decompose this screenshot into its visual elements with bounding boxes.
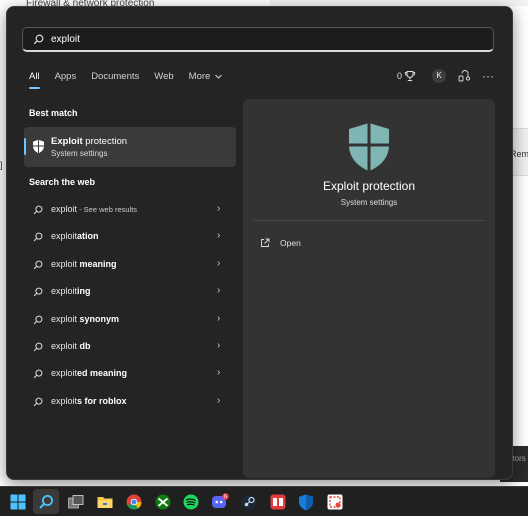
web-result-suffix: ing <box>77 286 91 297</box>
rewards-trophy-icon[interactable] <box>404 70 416 82</box>
taskbar: 6 <box>0 486 528 516</box>
web-result-item[interactable]: exploited meaning › <box>24 360 236 387</box>
web-result-prefix: exploit <box>51 231 78 242</box>
preview-subtitle: System settings <box>340 198 398 207</box>
discord-badge: 6 <box>224 494 227 500</box>
tab-more-label: More <box>188 71 211 82</box>
chevron-right-icon: › <box>217 367 221 379</box>
background-left-text: ] <box>0 160 3 170</box>
web-result-item[interactable]: exploit - See web results › <box>24 196 236 223</box>
chevron-right-icon: › <box>217 339 221 351</box>
search-icon <box>33 287 43 297</box>
web-result-item[interactable]: exploit meaning › <box>24 251 236 278</box>
chevron-right-icon: › <box>217 285 221 297</box>
web-result-suffix: s for roblox <box>77 395 127 406</box>
search-box[interactable] <box>22 27 494 52</box>
start-icon[interactable] <box>9 493 27 511</box>
best-match-heading: Best match <box>29 108 78 118</box>
discord-icon[interactable]: 6 <box>211 493 229 511</box>
search-icon[interactable] <box>37 493 55 511</box>
web-result-label: exploit db <box>51 341 91 351</box>
best-match-title-rest: protection <box>82 136 128 147</box>
connected-devices-icon[interactable] <box>458 70 471 82</box>
defender-icon[interactable] <box>297 493 315 511</box>
best-match-title-bold: Exploit <box>51 136 83 147</box>
chrome-icon[interactable] <box>125 493 143 511</box>
web-result-suffix: ation <box>77 231 99 242</box>
search-icon <box>33 34 44 45</box>
preview-pane: Exploit protection System settings Open <box>243 99 495 478</box>
web-result-label: exploitation <box>51 231 99 241</box>
red-app-icon[interactable] <box>269 493 287 511</box>
web-result-suffix: synonym <box>77 313 120 324</box>
search-web-heading: Search the web <box>29 177 96 187</box>
search-icon <box>33 315 43 324</box>
selection-indicator <box>24 138 26 155</box>
filter-tabs: All Apps Documents Web More <box>29 71 237 89</box>
rewards-count: 0 <box>397 71 403 81</box>
open-external-icon <box>261 238 270 247</box>
web-result-prefix: exploit <box>51 313 78 324</box>
best-match-item[interactable]: Exploit protection System settings <box>24 127 236 167</box>
chevron-right-icon: › <box>217 394 221 406</box>
tab-more[interactable]: More <box>189 71 222 85</box>
tab-web[interactable]: Web <box>154 71 173 85</box>
web-result-suffix: db <box>77 340 91 351</box>
search-icon <box>33 397 43 407</box>
chevron-down-icon <box>215 74 222 79</box>
steam-icon[interactable] <box>240 493 258 511</box>
more-options-icon[interactable]: ··· <box>482 70 494 82</box>
tab-apps[interactable]: Apps <box>55 71 77 85</box>
file-explorer-icon[interactable] <box>96 493 114 511</box>
header-actions: 0 K ··· <box>397 68 494 84</box>
chevron-right-icon: › <box>217 312 221 324</box>
web-result-label: exploited meaning <box>51 368 127 378</box>
preview-title: Exploit protection <box>322 179 416 193</box>
web-result-prefix: exploit <box>51 395 78 406</box>
web-result-prefix: exploit <box>51 258 78 269</box>
spotify-icon[interactable] <box>182 493 200 511</box>
web-result-label: exploits for roblox <box>51 396 127 406</box>
best-match-subtitle: System settings <box>51 149 108 158</box>
search-icon <box>33 232 43 242</box>
search-icon <box>33 342 43 352</box>
shield-icon <box>33 139 44 154</box>
web-result-item[interactable]: exploit db › <box>24 333 236 360</box>
web-result-suffix: meaning <box>77 258 117 269</box>
xbox-icon[interactable] <box>154 493 172 511</box>
web-result-item[interactable]: exploit synonym › <box>24 306 236 333</box>
web-result-suffix: ed meaning <box>77 368 128 379</box>
chevron-right-icon: › <box>217 257 221 269</box>
web-result-label: exploit synonym <box>51 314 119 324</box>
web-result-prefix: exploit <box>51 340 78 351</box>
web-result-item[interactable]: exploitation › <box>24 223 236 250</box>
account-avatar[interactable]: K <box>432 69 447 83</box>
best-match-title: Exploit protection <box>51 136 127 147</box>
web-result-prefix: exploit <box>51 204 78 214</box>
web-result-hint: - See web results <box>77 205 138 214</box>
task-view-icon[interactable] <box>67 493 85 511</box>
search-icon <box>33 260 43 270</box>
open-action[interactable]: Open <box>260 236 301 250</box>
tab-documents[interactable]: Documents <box>91 71 139 85</box>
snipping-tool-icon[interactable] <box>326 493 344 511</box>
search-icon <box>33 369 43 379</box>
web-result-item[interactable]: exploits for roblox › <box>24 388 236 415</box>
web-results-list: exploit - See web results › exploitation… <box>24 196 236 415</box>
web-result-label: exploiting <box>51 286 91 296</box>
web-result-prefix: exploit <box>51 286 78 297</box>
web-result-label: exploit - See web results <box>51 204 137 214</box>
open-label: Open <box>280 238 301 248</box>
search-icon <box>33 205 43 215</box>
shield-icon <box>349 123 389 171</box>
search-input[interactable] <box>51 31 471 47</box>
chevron-right-icon: › <box>217 203 221 214</box>
chevron-right-icon: › <box>217 230 221 242</box>
web-result-item[interactable]: exploiting › <box>24 278 236 305</box>
search-panel: All Apps Documents Web More 0 K ··· Best… <box>6 6 513 480</box>
tab-all[interactable]: All <box>29 71 40 89</box>
preview-divider <box>253 220 485 221</box>
web-result-prefix: exploit <box>51 368 78 379</box>
web-result-label: exploit meaning <box>51 259 117 269</box>
